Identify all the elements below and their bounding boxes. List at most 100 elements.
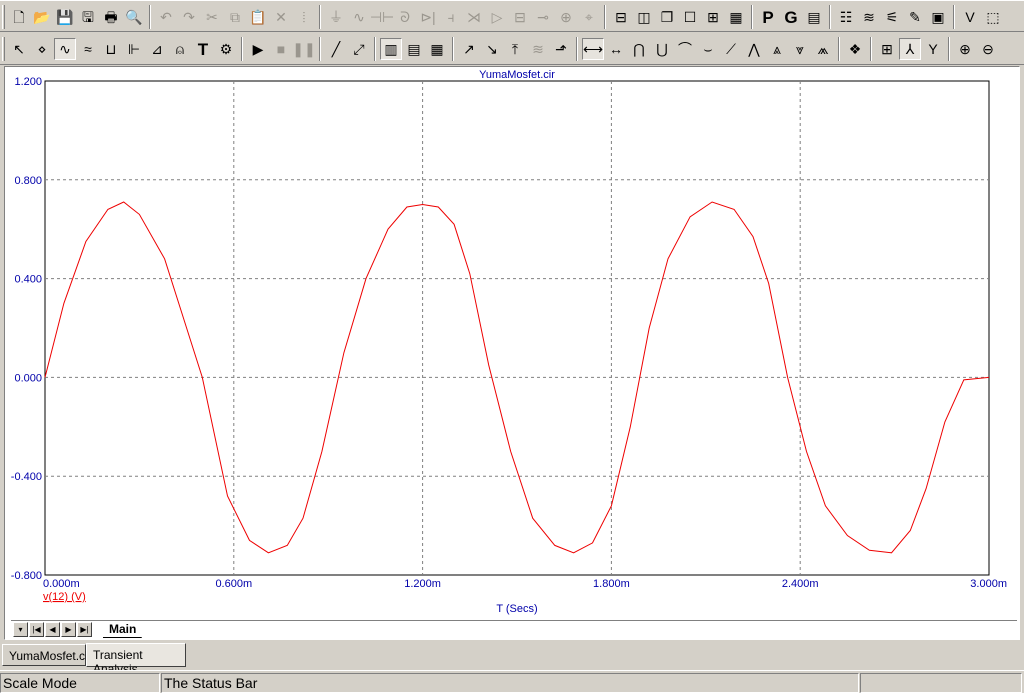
plot-icon[interactable]: ⬚ <box>982 6 1004 28</box>
next-valley-icon[interactable]: ⋃ <box>651 38 673 60</box>
run-icon[interactable]: ▶ <box>247 38 269 60</box>
doc-tab-transient-analysis[interactable]: Transient Analysis <box>86 643 186 676</box>
scale-mode-icon[interactable]: ∿ <box>54 38 76 60</box>
first-sheet-button[interactable]: |◀ <box>29 622 44 637</box>
point-mode-icon[interactable]: ⋄ <box>31 38 53 60</box>
resistor-icon[interactable]: ∿ <box>348 6 370 28</box>
global-low-icon[interactable]: ⩔ <box>789 38 811 60</box>
low-icon[interactable]: ≋ <box>527 38 549 60</box>
toolbar-grip[interactable] <box>2 37 5 61</box>
cursor-left-icon[interactable]: ⟷ <box>582 38 604 60</box>
zoom-in-icon[interactable]: ⊕ <box>954 38 976 60</box>
valley-icon[interactable]: ↘ <box>481 38 503 60</box>
print-preview-icon[interactable]: 🔍 <box>123 6 145 28</box>
next-low-icon[interactable]: ⌣ <box>697 38 719 60</box>
cursor-right-icon[interactable]: ↔ <box>605 38 627 60</box>
model-icon[interactable]: ⚟ <box>881 6 903 28</box>
stop-icon[interactable]: ■ <box>270 38 292 60</box>
opamp-icon[interactable]: ▷ <box>486 6 508 28</box>
label-y-icon[interactable]: Y <box>922 38 944 60</box>
y-tick-label: -0.800 <box>11 570 42 582</box>
doc-tab-circuit[interactable]: YumaMosfet.cir <box>2 644 92 666</box>
redo-icon[interactable]: ↷ <box>178 6 200 28</box>
properties-icon[interactable]: ⚙ <box>215 38 237 60</box>
x-axis-label: T (Secs) <box>496 603 537 615</box>
scale-plot-icon[interactable]: ⬏ <box>550 38 572 60</box>
status-mode: Scale Mode <box>0 673 160 693</box>
sheet-menu-button[interactable]: ▾ <box>13 622 28 637</box>
save-all-icon[interactable]: 🖫 <box>77 6 99 28</box>
vertical-tag-icon[interactable]: ⊩ <box>123 38 145 60</box>
undo-icon[interactable]: ↶ <box>155 6 177 28</box>
next-sheet-button[interactable]: ▶ <box>61 622 76 637</box>
transistor-icon[interactable]: ⫞ <box>440 6 462 28</box>
performance-tag-icon[interactable]: ⍝ <box>169 38 191 60</box>
peak-icon[interactable]: ↗ <box>458 38 480 60</box>
toolbar-separator <box>319 37 321 61</box>
split-horizontal-icon[interactable]: ⊟ <box>610 6 632 28</box>
minor-grid-icon[interactable]: ▤ <box>403 38 425 60</box>
window-icon[interactable]: ☐ <box>679 6 701 28</box>
g-icon[interactable]: G <box>780 6 802 28</box>
cut-icon[interactable]: ✂ <box>201 6 223 28</box>
horizontal-tag-icon[interactable]: ⊔ <box>100 38 122 60</box>
prev-sheet-button[interactable]: ◀ <box>45 622 60 637</box>
p-icon[interactable]: P <box>757 6 779 28</box>
select-all-icon[interactable]: ⦙ <box>293 6 315 28</box>
last-sheet-button[interactable]: ▶| <box>77 622 92 637</box>
inductor-icon[interactable]: ᘐ <box>394 6 416 28</box>
next-peak-icon[interactable]: ⋂ <box>628 38 650 60</box>
waveform-icon[interactable]: ≋ <box>858 6 880 28</box>
component-editor-icon[interactable]: ▤ <box>803 6 825 28</box>
ground-icon[interactable]: ⏚ <box>325 6 347 28</box>
point-tag-icon[interactable]: ⊿ <box>146 38 168 60</box>
cursor-mode-icon[interactable]: ≈ <box>77 38 99 60</box>
next-inflection-icon[interactable]: ⋀ <box>743 38 765 60</box>
tab-main[interactable]: Main <box>103 621 149 638</box>
dot-grid-icon[interactable]: ▦ <box>426 38 448 60</box>
probe-icon[interactable]: ⌖ <box>578 6 600 28</box>
battery-icon[interactable]: ⊟ <box>509 6 531 28</box>
switch-icon[interactable]: ⊸ <box>532 6 554 28</box>
color-palette-icon[interactable]: ❖ <box>844 38 866 60</box>
top-icon[interactable]: ⩕ <box>812 38 834 60</box>
save-icon[interactable]: 💾 <box>54 6 76 28</box>
pen-icon[interactable]: ✎ <box>904 6 926 28</box>
high-icon[interactable]: ⤒ <box>504 38 526 60</box>
zoom-out-icon[interactable]: ⊖ <box>977 38 999 60</box>
text-icon[interactable]: T <box>192 38 214 60</box>
analysis-plot-window[interactable]: 1.200 0.800 0.400 0.000 -0.400 -0.800 0.000m 0.… <box>4 66 1020 640</box>
plot-title: YumaMosfet.cir <box>479 69 555 81</box>
new-file-icon[interactable]: 🗋 <box>8 6 30 28</box>
grid-icon[interactable]: ▥ <box>380 38 402 60</box>
pause-icon[interactable]: ❚❚ <box>292 38 315 60</box>
label-x-icon[interactable]: ⅄ <box>899 38 921 60</box>
next-high-icon[interactable]: ⌒ <box>674 38 696 60</box>
x-tick-label: 2.400m <box>782 578 819 590</box>
calculator-icon[interactable]: ▦ <box>725 6 747 28</box>
shape-editor-icon[interactable]: ☷ <box>835 6 857 28</box>
scope-icon[interactable]: ▣ <box>927 6 949 28</box>
diode-icon[interactable]: ⊳| <box>417 6 439 28</box>
split-vertical-icon[interactable]: ◫ <box>633 6 655 28</box>
table-icon[interactable]: ⊞ <box>876 38 898 60</box>
cascade-icon[interactable]: ❐ <box>656 6 678 28</box>
tile-icon[interactable]: ⊞ <box>702 6 724 28</box>
line-icon[interactable]: ╱ <box>325 38 347 60</box>
delete-icon[interactable]: ✕ <box>270 6 292 28</box>
arrow-line-icon[interactable]: ⤢ <box>348 38 370 60</box>
global-high-icon[interactable]: ⩓ <box>766 38 788 60</box>
capacitor-icon[interactable]: ⊣⊢ <box>370 6 394 28</box>
vt-icon[interactable]: V <box>959 6 981 28</box>
document-tabs: YumaMosfet.cir Transient Analysis <box>0 642 1024 676</box>
print-icon[interactable]: 🖶 <box>100 6 122 28</box>
select-mode-icon[interactable]: ↖ <box>8 38 30 60</box>
source-icon[interactable]: ⊕ <box>555 6 577 28</box>
toolbar-grip[interactable] <box>2 5 5 29</box>
copy-icon[interactable]: ⧉ <box>224 6 246 28</box>
bipolar-icon[interactable]: ⋊ <box>463 6 485 28</box>
status-extra <box>860 673 1022 693</box>
slope-icon[interactable]: ⟋ <box>720 38 742 60</box>
paste-icon[interactable]: 📋 <box>247 6 269 28</box>
open-folder-icon[interactable]: 📂 <box>31 6 53 28</box>
